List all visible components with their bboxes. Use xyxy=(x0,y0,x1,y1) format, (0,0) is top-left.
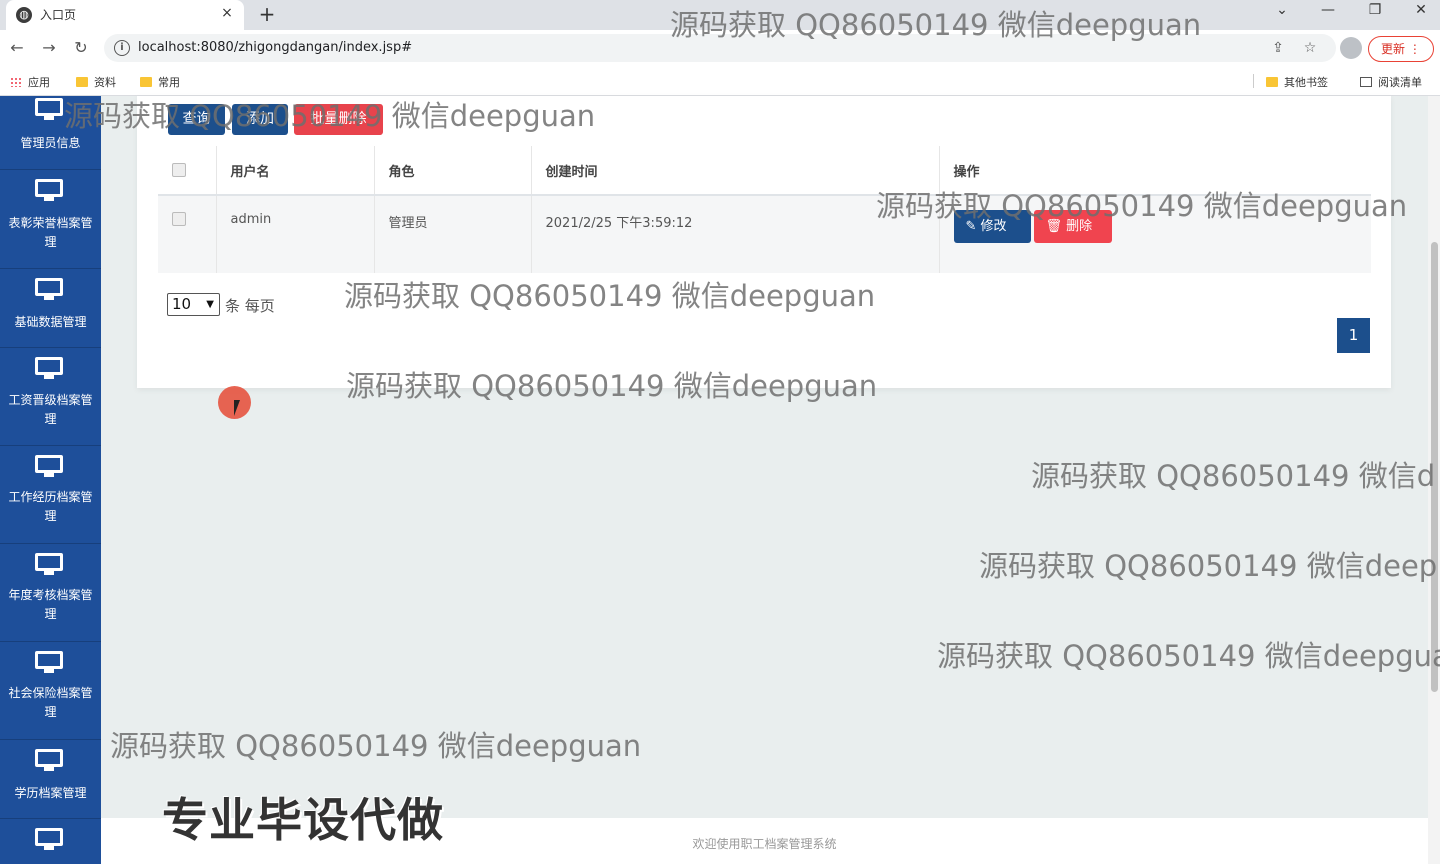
bookmark-label: 资料 xyxy=(94,76,116,89)
tab-close-icon[interactable]: × xyxy=(218,4,236,22)
tab-title: 入口页 xyxy=(40,8,77,22)
sidebar-item-salary[interactable]: 工资晋级档案管理 xyxy=(0,348,101,446)
minimize-button[interactable]: — xyxy=(1308,2,1348,24)
sidebar-item-label: 学历档案管理 xyxy=(14,786,87,800)
cell-username: admin xyxy=(216,195,375,273)
bookmarks-bar: 应用 资料 常用 其他书签 阅读清单 xyxy=(0,66,1440,96)
watermark: 源码获取 QQ86050149 微信deepgua xyxy=(937,639,1440,673)
bookmark-apps[interactable]: 应用 xyxy=(10,74,50,90)
watermark: 源码获取 QQ86050149 微信deep xyxy=(979,549,1438,583)
watermark: 源码获取 QQ86050149 微信deepguan xyxy=(346,369,878,403)
sidebar-item-work-history[interactable]: 工作经历档案管理 xyxy=(0,446,101,544)
sidebar: 管理员信息 表彰荣誉档案管理 基础数据管理 工资晋级档案管理 工作经历档案管理 … xyxy=(0,96,101,864)
maximize-button[interactable]: ❐ xyxy=(1355,2,1395,24)
page-size-value: 10 xyxy=(172,295,192,313)
bookmark-star-icon[interactable]: ☆ xyxy=(1300,38,1320,58)
monitor-icon xyxy=(35,278,63,300)
select-all-cell xyxy=(158,146,217,196)
browser-tab[interactable]: ◍ 入口页 × xyxy=(6,0,244,30)
watermark: 源码获取 QQ86050149 微信deepguan xyxy=(110,729,642,763)
mouse-cursor-icon xyxy=(234,400,246,416)
site-info-icon[interactable]: i xyxy=(114,40,130,56)
new-tab-button[interactable]: + xyxy=(254,2,280,26)
watermark: 源码获取 QQ86050149 微信d xyxy=(1031,459,1436,493)
sidebar-item-annual-review[interactable]: 年度考核档案管理 xyxy=(0,544,101,642)
sidebar-item-label: 表彰荣誉档案管理 xyxy=(8,216,93,249)
folder-icon xyxy=(1266,77,1278,87)
row-select-cell xyxy=(158,195,217,273)
bookmark-label: 阅读清单 xyxy=(1378,76,1422,89)
sidebar-item-label: 基础数据管理 xyxy=(14,315,87,329)
column-header-role: 角色 xyxy=(374,146,532,196)
bookmark-label: 常用 xyxy=(158,76,180,89)
watermark: 源码获取 QQ86050149 微信deepguan xyxy=(670,8,1202,42)
watermark: 源码获取 QQ86050149 微信deepguan xyxy=(64,99,596,133)
monitor-icon xyxy=(35,749,63,771)
bookmark-label: 应用 xyxy=(28,76,50,89)
watermark: 源码获取 QQ86050149 微信deepguan xyxy=(344,279,876,313)
bookmark-other[interactable]: 其他书签 xyxy=(1266,74,1328,90)
update-button[interactable]: 更新 ⋮ xyxy=(1368,36,1434,62)
page-size-select[interactable]: 10 ▼ xyxy=(167,293,220,316)
column-header-username: 用户名 xyxy=(216,146,375,196)
folder-icon xyxy=(76,77,88,87)
page-button-1[interactable]: 1 xyxy=(1337,318,1370,353)
bookmark-folder[interactable]: 常用 xyxy=(140,74,180,90)
sidebar-item-education[interactable]: 学历档案管理 xyxy=(0,740,101,819)
monitor-icon xyxy=(35,455,63,477)
close-window-button[interactable]: ✕ xyxy=(1401,2,1440,24)
sidebar-item-label: 工作经历档案管理 xyxy=(8,490,93,523)
sidebar-item-label: 管理员信息 xyxy=(20,136,81,150)
bookmark-label: 其他书签 xyxy=(1284,76,1328,89)
folder-icon xyxy=(140,77,152,87)
bookmark-divider xyxy=(1253,74,1254,88)
monitor-icon xyxy=(35,651,63,673)
watermark: 源码获取 QQ86050149 微信deepguan xyxy=(876,189,1408,223)
reading-list[interactable]: 阅读清单 xyxy=(1360,74,1422,90)
share-icon[interactable]: ⇪ xyxy=(1268,38,1288,58)
bookmark-folder[interactable]: 资料 xyxy=(76,74,116,90)
forward-icon[interactable]: → xyxy=(38,37,60,59)
url-text[interactable]: localhost:8080/zhigongdangan/index.jsp# xyxy=(138,40,412,55)
sidebar-item-label: 社会保险档案管理 xyxy=(8,686,93,719)
sidebar-item-base-data[interactable]: 基础数据管理 xyxy=(0,269,101,348)
profile-avatar[interactable] xyxy=(1340,37,1362,59)
monitor-icon xyxy=(35,828,63,850)
sidebar-item-label: 年度考核档案管理 xyxy=(8,588,93,621)
reload-icon[interactable]: ↻ xyxy=(70,37,92,59)
row-checkbox[interactable] xyxy=(172,212,186,226)
monitor-icon xyxy=(35,179,63,201)
chevron-down-icon: ▼ xyxy=(206,299,214,310)
apps-icon xyxy=(10,77,22,87)
back-icon[interactable]: ← xyxy=(6,37,28,59)
watermark-banner: 专业毕设代做 xyxy=(162,793,444,847)
tab-search-icon[interactable]: ⌄ xyxy=(1262,2,1302,24)
sidebar-item-more[interactable] xyxy=(0,819,101,864)
select-all-checkbox[interactable] xyxy=(172,163,186,177)
reading-list-icon xyxy=(1360,77,1372,87)
globe-icon: ◍ xyxy=(16,7,32,23)
cell-role: 管理员 xyxy=(374,195,532,273)
sidebar-item-social-insurance[interactable]: 社会保险档案管理 xyxy=(0,642,101,740)
monitor-icon xyxy=(35,553,63,575)
sidebar-item-honor[interactable]: 表彰荣誉档案管理 xyxy=(0,170,101,269)
sidebar-item-label: 工资晋级档案管理 xyxy=(8,393,93,426)
monitor-icon xyxy=(35,357,63,379)
content-panel: 查询 添加 批量删除 用户名 角色 创建时间 操作 admin 管理员 2021… xyxy=(137,96,1391,388)
monitor-icon xyxy=(35,98,63,120)
per-page-label: 条 每页 xyxy=(225,297,275,315)
